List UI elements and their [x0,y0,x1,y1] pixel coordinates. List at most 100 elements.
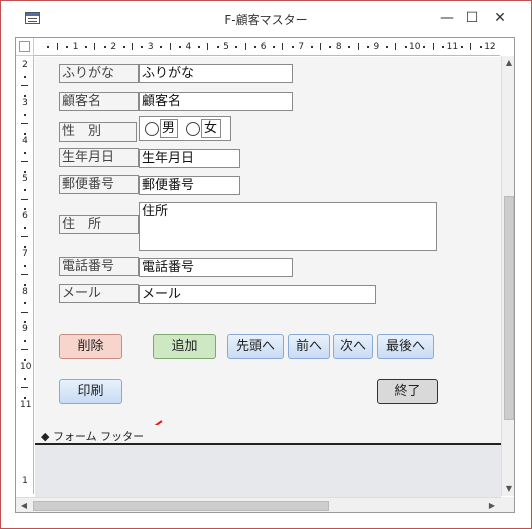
ruler-number: 8 [22,287,28,297]
ruler-number: 1 [22,476,28,486]
title-bar: F-顧客マスター — ☐ ✕ [1,1,531,35]
ruler-dot [24,396,26,399]
ruler-tick [21,85,28,86]
ruler-dot [310,46,313,48]
ruler-dot [235,46,238,48]
ruler-tick [94,43,96,50]
ruler-tick [56,43,58,50]
ruler-dot [329,46,332,48]
form-design-area: 1 2 3 4 5 6 7 8 9 10 11 12 2 3 4 5 6 7 8 9 10 11 1 ふりがな ふりがな … [15,37,515,513]
maximize-button[interactable]: ☐ [458,7,486,29]
ruler-tick [320,43,321,50]
address-label: 住 所 [59,215,139,234]
ruler-dot [103,46,106,48]
ruler-dot [216,46,219,48]
ruler-dot [348,46,351,48]
ruler-number: 7 [298,42,305,52]
ruler-dot [442,46,445,48]
form-footer-label: フォーム フッター [52,430,145,443]
female-option-label: 女 [201,119,221,138]
ruler-tick [244,43,246,50]
ruler-tick [21,161,28,162]
ruler-dot [367,46,369,48]
next-record-button[interactable]: 次へ [333,334,373,359]
ruler-tick [357,43,359,50]
scroll-up-arrow-icon[interactable]: ▲ [502,56,514,70]
minimize-button[interactable]: — [433,7,461,29]
ruler-number: 5 [22,174,28,184]
ruler-dot [273,46,275,48]
ruler-number: 2 [22,60,28,70]
close-window-button[interactable]: ✕ [486,7,514,29]
previous-record-button[interactable]: 前へ [288,334,330,359]
male-radio[interactable] [145,122,159,136]
ruler-tick [432,43,434,50]
ruler-tick [169,43,171,50]
ruler-dot [47,46,50,48]
customer-name-label: 顧客名 [59,92,139,111]
ruler-tick [21,198,28,200]
scroll-right-arrow-icon[interactable]: ▶ [485,499,499,512]
ruler-number: 10 [409,42,421,52]
ruler-dot [24,132,26,135]
first-record-button[interactable]: 先頭へ [227,334,284,359]
ruler-dot [24,94,26,97]
ruler-tick [21,236,28,237]
ruler-dot [24,207,26,210]
ruler-dot [24,302,26,305]
postal-code-label: 郵便番号 [59,175,139,194]
ruler-number: 2 [110,42,117,52]
birthdate-field[interactable]: 生年月日 [139,149,240,168]
delete-button[interactable]: 削除 [59,334,122,359]
ruler-number: 6 [260,42,267,52]
customer-name-field[interactable]: 顧客名 [139,92,293,111]
ruler-tick [21,349,28,350]
ruler-number: 9 [373,42,380,52]
form-footer-section-bar[interactable]: ◆ フォーム フッター [35,425,501,445]
vertical-ruler: 2 3 4 5 6 7 8 9 10 11 1 [16,56,34,494]
phone-field[interactable]: 電話番号 [139,258,293,277]
scroll-down-arrow-icon[interactable]: ▼ [502,482,514,496]
vertical-scroll-thumb[interactable] [504,196,514,420]
ruler-tick [282,43,284,50]
horizontal-scrollbar[interactable]: ◀ ▶ [16,497,501,512]
form-selector[interactable] [16,38,34,56]
furigana-field[interactable]: ふりがな [139,64,293,83]
phone-label: 電話番号 [59,257,139,276]
ruler-dot [24,226,26,229]
exit-button[interactable]: 終了 [377,379,438,404]
add-button[interactable]: 追加 [153,334,216,359]
postal-code-field[interactable]: 郵便番号 [139,176,240,195]
vertical-scrollbar[interactable]: ▲ ▼ [501,56,514,496]
ruler-dot [24,264,26,267]
female-radio[interactable] [186,122,200,136]
print-button[interactable]: 印刷 [59,379,122,404]
ruler-number: 3 [147,42,154,52]
address-field[interactable]: 住所 [139,202,437,251]
email-field[interactable]: メール [139,285,376,304]
ruler-tick [470,43,472,50]
ruler-tick [132,43,133,50]
ruler-dot [160,46,163,48]
ruler-dot [179,46,181,48]
ruler-dot [24,245,26,248]
ruler-dot [423,46,426,48]
horizontal-scroll-thumb[interactable] [33,501,329,511]
last-record-button[interactable]: 最後へ [377,334,434,359]
ruler-dot [24,377,26,380]
male-option-label: 男 [160,119,178,138]
scroll-left-arrow-icon[interactable]: ◀ [17,499,31,512]
ruler-number: 7 [22,249,28,259]
birthdate-label: 生年月日 [59,148,139,167]
ruler-dot [291,46,294,48]
ruler-dot [461,46,463,48]
ruler-tick [395,43,397,50]
size-grip [501,497,514,512]
email-label: メール [59,284,139,303]
ruler-dot [85,46,87,48]
ruler-dot [24,320,26,323]
gender-option-group: 男 女 [139,116,231,141]
ruler-dot [122,46,125,48]
gender-label: 性 別 [59,122,137,142]
ruler-number: 5 [223,42,229,52]
